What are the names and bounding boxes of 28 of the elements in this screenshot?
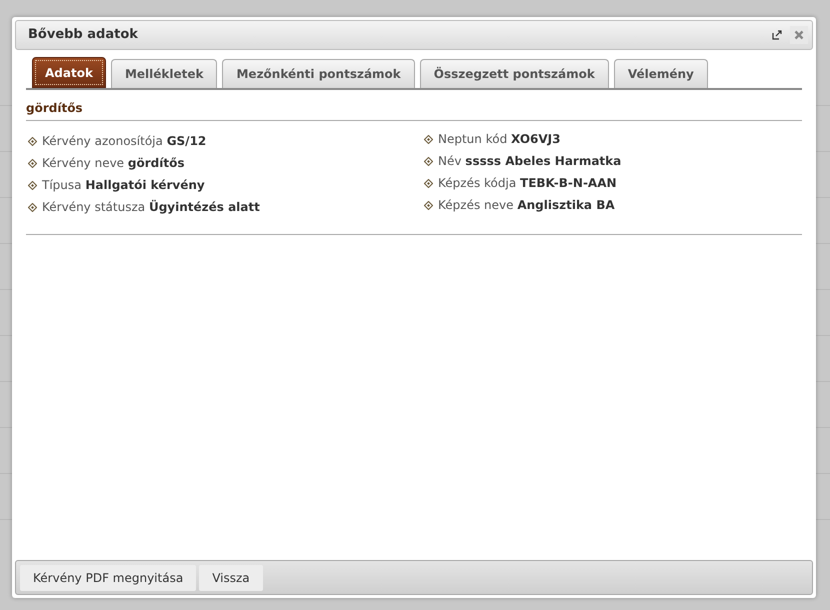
diamond-bullet-icon — [424, 178, 433, 188]
footer-button[interactable]: Kérvény PDF megnyitása — [20, 564, 196, 590]
dialog-title: Bővebb adatok — [28, 26, 139, 44]
diamond-bullet-icon — [28, 202, 37, 212]
section-title: gördítős — [26, 100, 83, 117]
info-field: Kérvény neve gördítős — [42, 154, 184, 172]
info-field: Neptun kód XO6VJ3 — [438, 130, 560, 148]
tab[interactable]: Vélemény — [614, 59, 708, 88]
close-button[interactable] — [790, 26, 808, 44]
close-icon — [794, 30, 804, 40]
diamond-bullet-icon — [424, 156, 433, 166]
tab[interactable]: Mellékletek — [110, 59, 218, 88]
footer-button[interactable]: Vissza — [199, 564, 263, 590]
info-field: Képzés kódja TEBK-B-N-AAN — [438, 174, 617, 192]
info-field: Kérvény státusza Ügyintézés alatt — [42, 198, 260, 216]
diamond-bullet-icon — [424, 200, 433, 210]
diamond-bullet-icon — [424, 134, 433, 144]
info-field: Név sssss Abeles Harmatka — [438, 152, 622, 170]
tab[interactable]: Mezőnkénti pontszámok — [222, 59, 415, 88]
diamond-bullet-icon — [28, 180, 37, 190]
info-field: Típusa Hallgatói kérvény — [42, 176, 205, 194]
tab[interactable]: Adatok — [32, 57, 106, 88]
popout-icon[interactable] — [772, 30, 782, 40]
tab[interactable]: Összegzett pontszámok — [420, 59, 609, 88]
info-field: Képzés neve Anglisztika BA — [438, 196, 615, 214]
diamond-bullet-icon — [28, 158, 37, 168]
info-field: Kérvény azonosítója GS/12 — [42, 132, 206, 150]
diamond-bullet-icon — [28, 136, 37, 146]
